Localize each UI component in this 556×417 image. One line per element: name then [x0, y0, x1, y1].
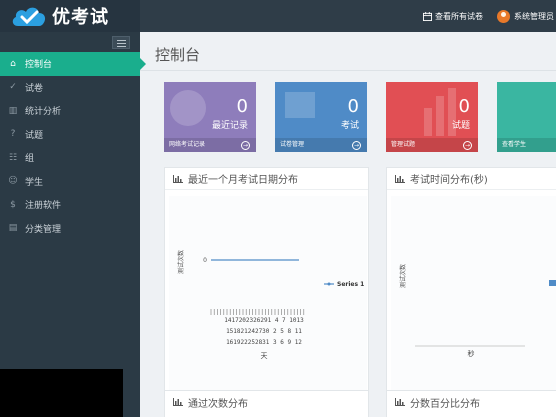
- avatar: [497, 9, 510, 23]
- sidebar-item-students[interactable]: ☺ 学生: [0, 170, 140, 194]
- view-all-papers-link[interactable]: 查看所有试卷: [423, 11, 483, 22]
- sidebar-item-label: 学生: [25, 177, 44, 188]
- sidebar-item-label: 分类管理: [25, 224, 62, 235]
- tile-value: 0: [236, 96, 248, 117]
- y-axis-label: 测试次数: [177, 250, 185, 274]
- x-tick-row: 1417202326291 4 7 1013: [224, 317, 304, 324]
- main-content: 控制台 0 最近记录 网络考试记录 → 0 考试 试卷管理 → 0 试题 管理试…: [140, 32, 556, 417]
- home-icon: ⌂: [10, 58, 16, 69]
- y-axis-label: 测试次数: [399, 264, 407, 288]
- folder-icon: ▤: [8, 223, 18, 234]
- user-name: 系统管理员: [514, 11, 554, 21]
- panel-pass-count: 通过次数分布: [164, 390, 369, 417]
- view-all-papers-label: 查看所有试卷: [435, 11, 483, 21]
- tile-label: 考试: [340, 121, 359, 131]
- page-title: 控制台: [155, 46, 201, 64]
- arrow-right-icon: →: [352, 141, 361, 150]
- panel-title: 分数百分比分布: [410, 398, 480, 410]
- bar-chart-icon: [173, 398, 183, 406]
- bar-chart-icon: [395, 398, 405, 406]
- sidebar-item-label: 注册软件: [25, 201, 62, 212]
- user-menu[interactable]: 系统管理员: [497, 9, 554, 23]
- tile-recent-records[interactable]: 0 最近记录 网络考试记录 →: [164, 82, 256, 152]
- cloud-check-logo-icon: [12, 7, 46, 27]
- sidebar-item-categories[interactable]: ▤ 分类管理: [0, 217, 140, 241]
- tile-value: 0: [347, 96, 359, 117]
- sidebar-item-dashboard[interactable]: ⌂ 控制台: [0, 52, 146, 76]
- sidebar-item-label: 试卷: [25, 83, 44, 94]
- tile-students[interactable]: 查看学生: [497, 82, 556, 152]
- bar-chart-icon: [395, 174, 405, 183]
- sidebar-item-label: 试题: [25, 130, 44, 141]
- sidebar-toggle-button[interactable]: [112, 36, 130, 49]
- tile-label: 试题: [451, 121, 470, 131]
- tile-questions[interactable]: 0 试题 管理试题 →: [386, 82, 478, 152]
- panel-title: 最近一个月考试日期分布: [188, 175, 298, 186]
- legend-marker: [327, 282, 331, 286]
- x-tick-row: 151821242730 2 5 8 11: [226, 328, 302, 335]
- top-bar: 优考试 查看所有试卷 系统管理员: [0, 0, 556, 32]
- panel-score-percentage: 分数百分比分布: [386, 390, 556, 417]
- globe-icon: [170, 90, 206, 126]
- legend-marker: [549, 280, 556, 286]
- x-axis-label: 天: [261, 352, 268, 360]
- dollar-icon: $: [10, 199, 16, 210]
- duration-chart: 测试次数 秒: [391, 196, 556, 396]
- panel-exam-duration: 考试时间分布(秒) 测试次数 秒: [386, 167, 556, 399]
- group-icon: ☷: [8, 152, 18, 163]
- question-circle-icon: ?: [10, 129, 16, 140]
- divider: [140, 70, 556, 71]
- tile-footer: 查看学生: [497, 138, 556, 152]
- x-tick-row: 161922252831 3 6 9 12: [226, 339, 302, 346]
- monthly-chart: 测试次数 0 1417202326291 4 7 1013 1518212427…: [169, 196, 367, 396]
- user-icon: ☺: [8, 176, 18, 187]
- tile-footer-label: 网络考试记录: [169, 141, 206, 148]
- arrow-right-icon: →: [463, 141, 472, 150]
- sidebar-item-label: 组: [25, 154, 35, 165]
- arrow-right-icon: →: [241, 141, 250, 150]
- redacted-area: [0, 369, 123, 417]
- bar-chart-icon: ▥: [8, 105, 18, 116]
- calendar-icon: [423, 11, 432, 21]
- sidebar-item-questions[interactable]: ? 试题: [0, 123, 140, 147]
- legend-series-label: Series 1: [337, 281, 364, 288]
- sidebar: ⌂ 控制台 ✓ 试卷 ▥ 统计分析 ? 试题 ☷ 组 ☺ 学生 $ 注册软件 ▤: [0, 32, 146, 417]
- brand[interactable]: 优考试: [0, 0, 140, 32]
- sidebar-item-papers[interactable]: ✓ 试卷: [0, 76, 140, 100]
- check-circle-icon: ✓: [9, 82, 17, 93]
- sidebar-item-label: 统计分析: [25, 107, 62, 118]
- sidebar-item-statistics[interactable]: ▥ 统计分析: [0, 99, 140, 123]
- panel-monthly-exam-dates: 最近一个月考试日期分布 测试次数 0 1417202326291 4 7 101…: [164, 167, 369, 399]
- tile-exams[interactable]: 0 考试 试卷管理 →: [275, 82, 367, 152]
- tile-footer-label: 试卷管理: [280, 141, 305, 148]
- brand-name: 优考试: [52, 7, 109, 28]
- sidebar-item-label: 控制台: [25, 60, 53, 71]
- tile-footer-label: 查看学生: [502, 141, 527, 148]
- tile-label: 最近记录: [211, 121, 248, 131]
- sidebar-menu: ⌂ 控制台 ✓ 试卷 ▥ 统计分析 ? 试题 ☷ 组 ☺ 学生 $ 注册软件 ▤: [0, 52, 146, 241]
- panel-title: 考试时间分布(秒): [410, 175, 488, 186]
- tile-footer-label: 管理试题: [391, 141, 416, 148]
- tile-value: 0: [458, 96, 470, 117]
- sidebar-item-register[interactable]: $ 注册软件: [0, 193, 140, 217]
- panel-title: 通过次数分布: [188, 398, 248, 410]
- x-axis-label: 秒: [468, 349, 475, 358]
- bar-chart-icon: [173, 174, 183, 183]
- sidebar-item-groups[interactable]: ☷ 组: [0, 146, 140, 170]
- document-icon: [285, 92, 315, 118]
- y-tick-label: 0: [203, 257, 207, 264]
